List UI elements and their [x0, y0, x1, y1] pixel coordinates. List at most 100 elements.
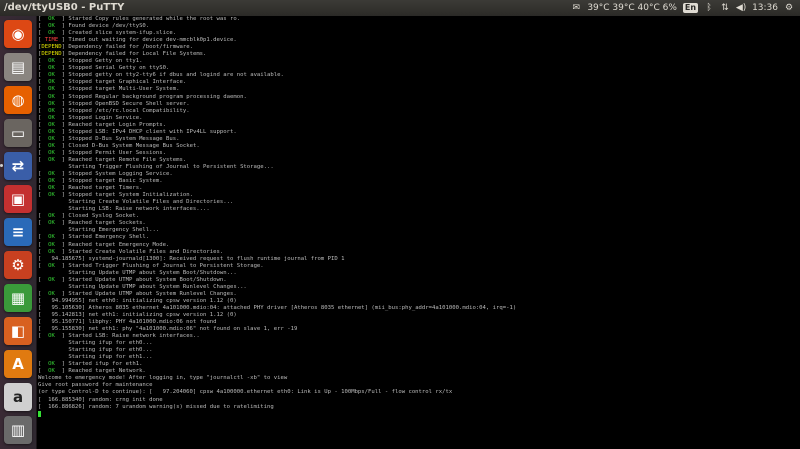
launcher-ubuntu-dash-icon[interactable]: ◉ — [4, 20, 32, 48]
terminal-line-text: Stopped D-Bus System Message Bus. — [68, 135, 180, 142]
launcher-trash-icon[interactable]: ▥ — [4, 416, 32, 444]
status-badge: OK — [41, 58, 62, 65]
terminal-line-text: Starting Trigger Flushing of Journal to … — [68, 163, 274, 170]
launcher-window-icon[interactable]: ▭ — [4, 119, 32, 147]
terminal-line: [ OK ] Started Update UTMP about System … — [38, 290, 237, 297]
terminal-line: Starting Emergency Shell... — [38, 227, 800, 234]
terminal-line-text: Dependency failed for /boot/firmware. — [68, 44, 193, 51]
running-indicator — [0, 164, 3, 167]
terminal-line: [ OK ] Stopped Regular background progra… — [38, 93, 247, 100]
terminal-line: [ 94.994955] net eth0: initializing cpsw… — [38, 297, 237, 304]
launcher-software-center-icon[interactable]: A — [4, 350, 32, 378]
terminal-line: [ 95.150771] libphy: PHY 4a101000.mdio:0… — [38, 319, 217, 326]
terminal-line-text: Starting Create Volatile Files and Direc… — [68, 199, 234, 206]
terminal-line-text: Starting ifup for eth1... — [68, 354, 153, 361]
terminal-line-text: Stopped target Graphical Interface. — [68, 79, 187, 86]
terminal-line-text: Stopped OpenBSD Secure Shell server. — [68, 100, 190, 107]
status-badge: OK — [41, 128, 62, 135]
launcher-amazon-icon[interactable]: a — [4, 383, 32, 411]
status-badge: OK — [41, 100, 62, 107]
terminal-line-text: 166.886826] random: 7 urandom warning(s)… — [41, 403, 274, 410]
terminal-line: [ OK ] Stopped Permit User Sessions. — [38, 149, 167, 156]
status-badge: OK — [41, 276, 62, 283]
status-badge: OK — [41, 121, 62, 128]
temperature-indicator[interactable]: 39°C 39°C 40°C 6% — [587, 0, 677, 16]
software-center-glyph: A — [12, 354, 24, 373]
network-icon[interactable]: ⇅ — [720, 3, 730, 13]
terminal-line-text: 94.994955] net eth0: initializing cpsw v… — [41, 297, 237, 304]
firefox-glyph: ◍ — [11, 90, 25, 109]
terminal-line: [ OK ] Stopped OpenBSD Secure Shell serv… — [38, 100, 190, 107]
terminal-line: Starting Update UTMP about System Runlev… — [38, 284, 800, 291]
terminal-line: [DEPEND] Dependency failed for Local Fil… — [38, 51, 207, 58]
terminal-line: Starting LSB: Raise network interfaces..… — [38, 206, 800, 213]
calc-glyph: ▦ — [10, 288, 26, 307]
terminal-line: [ OK ] Created slice system-ifup.slice. — [38, 30, 177, 37]
status-badge: OK — [41, 114, 62, 121]
launcher-remote-viewer-icon[interactable]: ▣ — [4, 185, 32, 213]
terminal-line: [ OK ] Closed Syslog Socket. — [38, 213, 140, 220]
amazon-glyph: a — [12, 387, 24, 406]
launcher-putty-icon[interactable]: ⇄ — [4, 152, 32, 180]
terminal-line: Starting ifup for eth0... — [38, 340, 800, 347]
terminal-line: [ OK ] Stopped /etc/rc.local Compatibili… — [38, 107, 190, 114]
status-badge: OK — [41, 142, 62, 149]
terminal-line-text: Stopped Getty on tty1. — [68, 58, 143, 65]
prompt-line[interactable] — [38, 410, 800, 418]
status-badge: OK — [41, 262, 62, 269]
status-badge: DEPEND — [41, 51, 62, 58]
terminal-line: [ OK ] Started LSB: Raise network interf… — [38, 333, 200, 340]
terminal-line-text: Reached target Timers. — [68, 185, 143, 192]
launcher-impress-icon[interactable]: ◧ — [4, 317, 32, 345]
terminal-line: [ OK ] Stopped D-Bus System Message Bus. — [38, 135, 180, 142]
launcher-settings-icon[interactable]: ⚙ — [4, 251, 32, 279]
mail-icon[interactable]: ✉ — [571, 3, 581, 13]
status-badge: OK — [41, 185, 62, 192]
launcher: ◉ ▤ ◍ ▭ ⇄ ▣ ≡ ⚙ ▦ ◧ Aa ▥ — [0, 16, 37, 449]
terminal-line-text: 95.142813] net eth1: initializing cpsw v… — [41, 311, 237, 318]
window-glyph: ▭ — [10, 123, 26, 142]
gear-icon[interactable]: ⚙ — [784, 3, 794, 13]
volume-icon[interactable]: ◀) — [736, 3, 746, 13]
terminal-line-text: Stopped target Basic System. — [68, 178, 163, 185]
bluetooth-icon[interactable]: ᛒ — [704, 3, 714, 13]
terminal-line: [ OK ] Reached target Login Prompts. — [38, 121, 167, 128]
terminal-line-text: Reached target Sockets. — [68, 220, 146, 227]
status-badge: OK — [41, 86, 62, 93]
terminal-line-text: Stopped getty on tty2-tty6 if dbus and l… — [68, 72, 284, 79]
terminal-line-text: Timed out waiting for device dev-mmcblk0… — [68, 37, 237, 44]
status-badge: OK — [41, 107, 62, 114]
terminal-line-text: Stopped /etc/rc.local Compatibility. — [68, 107, 190, 114]
remote-viewer-glyph: ▣ — [10, 189, 26, 208]
launcher-firefox-icon[interactable]: ◍ — [4, 86, 32, 114]
clock[interactable]: 13:36 — [752, 0, 778, 16]
terminal-line: [ OK ] Stopped System Logging Service. — [38, 171, 173, 178]
terminal-line: Starting ifup for eth0... — [38, 347, 800, 354]
terminal-line-text: 95.155830] net eth1: phy "4a101000.mdio:… — [41, 326, 298, 333]
terminal-line-text: Starting LSB: Raise network interfaces..… — [68, 206, 210, 213]
status-badge: OK — [41, 65, 62, 72]
writer-glyph: ≡ — [11, 222, 25, 241]
terminal-line: [ OK ] Started Emergency Shell. — [38, 234, 150, 241]
terminal-line: Starting Update UTMP about System Boot/S… — [38, 270, 800, 277]
status-badge: OK — [41, 16, 62, 22]
putty-terminal[interactable]: [ OK ] Started Copy rules generated whil… — [37, 16, 800, 449]
terminal-line: [ OK ] Started ifup for eth1. — [38, 361, 143, 368]
terminal-line: [ OK ] Stopped getty on tty2-tty6 if dbu… — [38, 72, 284, 79]
terminal-line: [ 94.185675] systemd-journald[1300]: Rec… — [38, 255, 345, 262]
status-badge: OK — [41, 368, 62, 375]
launcher-writer-icon[interactable]: ≡ — [4, 218, 32, 246]
terminal-line-text: Reached target Emergency Mode. — [68, 241, 170, 248]
terminal-line: [ 95.105630] Atheros 8035 ethernet 4a101… — [38, 304, 517, 311]
launcher-calc-icon[interactable]: ▦ — [4, 284, 32, 312]
terminal-line-text: (or type Control-D to continue): [ 97.20… — [38, 389, 453, 396]
terminal-line: Welcome to emergency mode! After logging… — [38, 375, 800, 382]
terminal-line-text: Stopped target System Initialization. — [68, 192, 193, 199]
keyboard-layout-indicator[interactable]: En — [682, 3, 699, 13]
terminal-line: [DEPEND] Dependency failed for /boot/fir… — [38, 44, 193, 51]
status-badge: OK — [41, 213, 62, 220]
launcher-files-icon[interactable]: ▤ — [4, 53, 32, 81]
terminal-line: [ OK ] Started Trigger Flushing of Journ… — [38, 262, 264, 269]
terminal-line-text: Stopped Regular background program proce… — [68, 93, 247, 100]
text-cursor — [38, 410, 41, 417]
